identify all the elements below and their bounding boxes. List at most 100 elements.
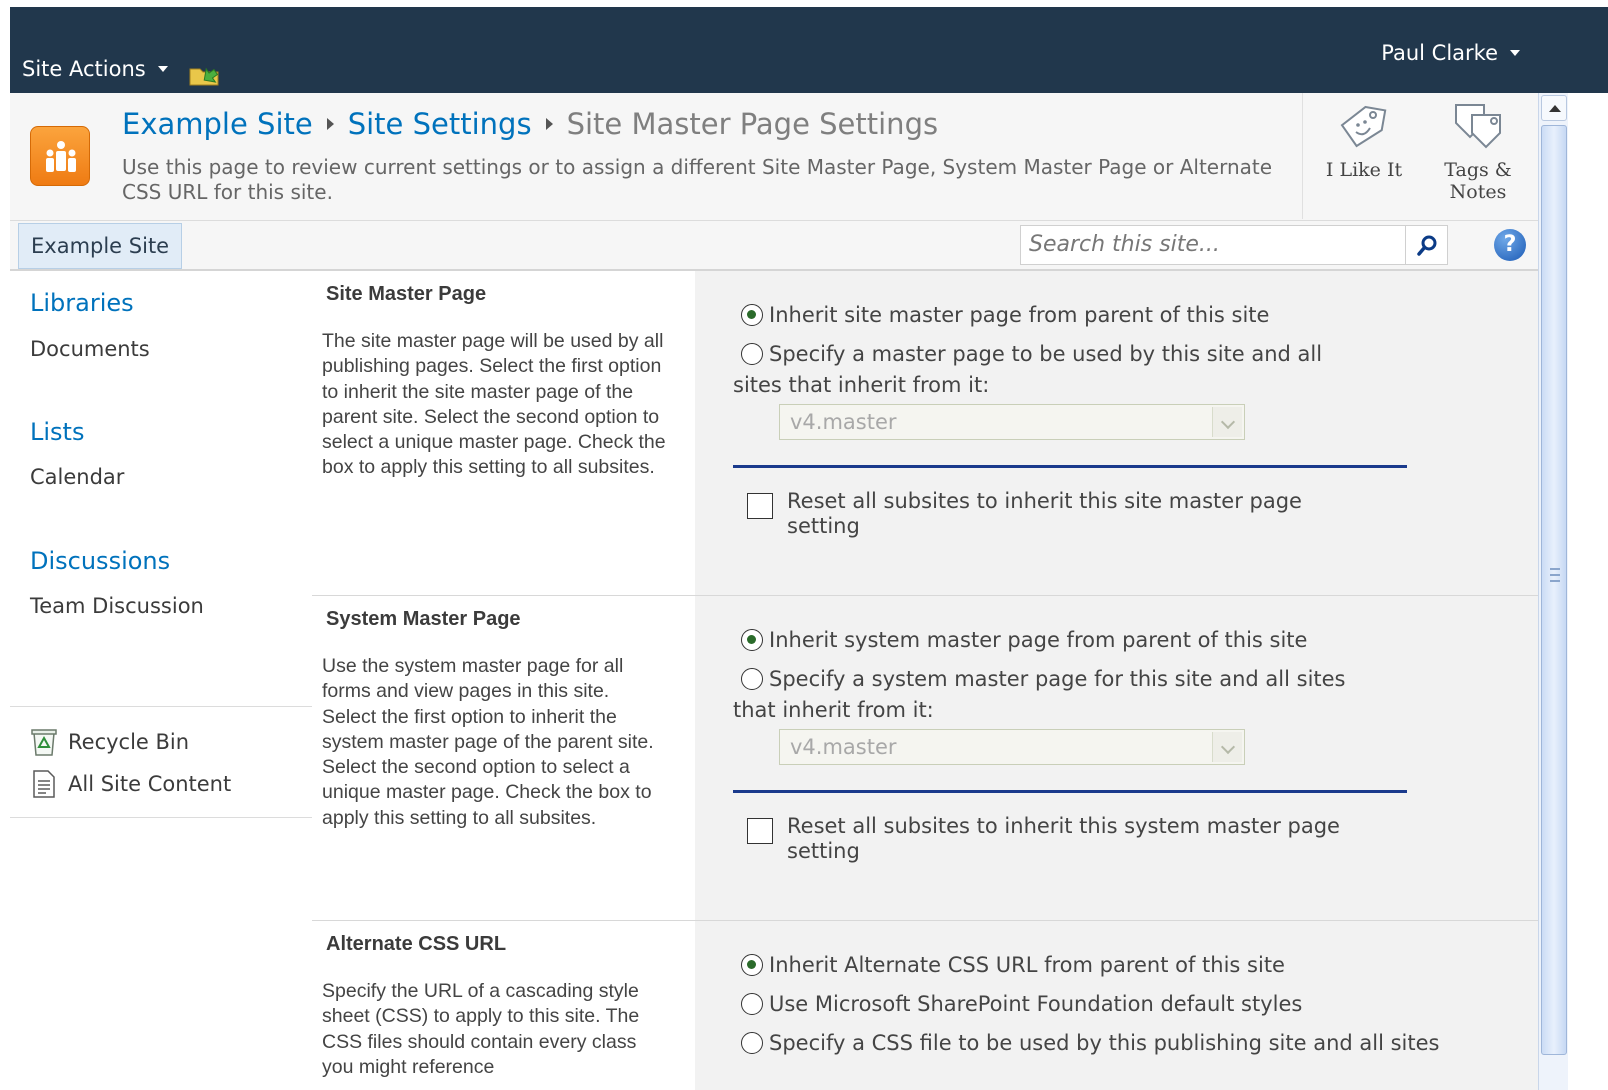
site-actions-menu[interactable]: Site Actions — [22, 57, 168, 81]
scrollbar-grip-icon — [1550, 568, 1560, 582]
site-content-icon — [33, 770, 55, 798]
breadcrumb-site-settings-link[interactable]: Site Settings — [348, 107, 532, 141]
quick-launch-libraries-heading[interactable]: Libraries — [30, 289, 134, 317]
radio-label: Inherit Alternate CSS URL from parent of… — [769, 953, 1285, 977]
recycle-bin-label: Recycle Bin — [68, 730, 190, 754]
section-description-column: System Master Page Use the system master… — [312, 596, 695, 920]
radio-label: Inherit site master page from parent of … — [769, 303, 1270, 327]
section-description-column: Site Master Page The site master page wi… — [312, 271, 695, 595]
radio-label: Specify a master page to be used by this… — [769, 342, 1323, 366]
section-title: Site Master Page — [326, 283, 487, 305]
tags-notes-label-line1: Tags & — [1444, 159, 1512, 181]
title-area: Example Site Site Settings Site Master P… — [10, 93, 1538, 221]
radio-label: Use Microsoft SharePoint Foundation defa… — [769, 992, 1303, 1016]
section-controls-column: Inherit Alternate CSS URL from parent of… — [695, 921, 1538, 1090]
search-icon — [1417, 235, 1437, 256]
top-navigation-bar: Example Site Search this site... ? — [10, 221, 1538, 271]
radio-label: Specify a system master page for this si… — [769, 667, 1346, 691]
recycle-bin-icon — [31, 729, 57, 756]
alternate-css-url-section: Alternate CSS URL Specify the URL of a c… — [312, 921, 1538, 1090]
section-description-column: Alternate CSS URL Specify the URL of a c… — [312, 921, 695, 1090]
people-icon — [46, 141, 76, 172]
chevron-down-icon[interactable] — [1212, 732, 1242, 762]
main-content: Site Master Page The site master page wi… — [312, 271, 1538, 1090]
reset-subsites-system-master-checkbox[interactable]: Reset all subsites to inherit this syste… — [747, 814, 1367, 864]
search-input[interactable]: Search this site... — [1020, 225, 1406, 265]
quick-launch-item-documents[interactable]: Documents — [30, 337, 150, 361]
site-master-page-select[interactable]: v4.master — [779, 404, 1245, 440]
radio-button[interactable] — [741, 1032, 763, 1054]
like-tag-icon — [1340, 105, 1387, 148]
tags-notes-icon — [1455, 104, 1501, 149]
quick-launch-discussions-heading[interactable]: Discussions — [30, 547, 170, 575]
quick-launch-item-calendar[interactable]: Calendar — [30, 465, 124, 489]
section-divider — [733, 790, 1407, 793]
breadcrumb-separator-icon — [326, 118, 334, 130]
section-controls-column: Inherit system master page from parent o… — [695, 596, 1538, 920]
scroll-up-arrow[interactable] — [1541, 95, 1567, 121]
selected-value: v4.master — [790, 735, 897, 759]
specify-site-master-radio[interactable]: Specify a master page to be used by this… — [741, 342, 1322, 366]
i-like-it-label: I Like It — [1325, 159, 1403, 181]
section-description: The site master page will be used by all… — [322, 330, 666, 479]
section-description: Use the system master page for all forms… — [322, 655, 654, 829]
all-site-content-link[interactable]: All Site Content — [30, 769, 231, 799]
radio-label: Inherit system master page from parent o… — [769, 628, 1308, 652]
breadcrumb-current-page: Site Master Page Settings — [566, 107, 939, 141]
selected-value: v4.master — [790, 410, 897, 434]
breadcrumb-site-link[interactable]: Example Site — [122, 107, 313, 141]
user-menu[interactable]: Paul Clarke — [1381, 41, 1520, 65]
default-styles-radio[interactable]: Use Microsoft SharePoint Foundation defa… — [741, 992, 1302, 1016]
section-description: Specify the URL of a cascading style she… — [322, 980, 640, 1078]
radio-button-checked[interactable] — [741, 954, 763, 976]
chevron-down-icon[interactable] — [1212, 407, 1242, 437]
radio-label-continuation: that inherit from it: — [733, 698, 934, 722]
quick-launch-item-team-discussion[interactable]: Team Discussion — [30, 594, 204, 618]
specify-system-master-radio[interactable]: Specify a system master page for this si… — [741, 667, 1346, 691]
chevron-down-icon — [157, 66, 168, 72]
vertical-scrollbar[interactable] — [1538, 93, 1568, 1090]
section-controls-column: Inherit site master page from parent of … — [695, 271, 1538, 595]
specify-css-file-radio[interactable]: Specify a CSS file to be used by this pu… — [741, 1031, 1439, 1055]
reset-subsites-site-master-checkbox[interactable]: Reset all subsites to inherit this site … — [747, 489, 1367, 539]
radio-label-continuation: sites that inherit from it: — [733, 373, 990, 397]
checkbox[interactable] — [747, 818, 773, 844]
section-divider — [733, 465, 1407, 468]
site-logo[interactable] — [30, 126, 90, 186]
user-name: Paul Clarke — [1381, 41, 1498, 65]
checkbox-label: Reset all subsites to inherit this syste… — [787, 814, 1340, 863]
i-like-it-button[interactable]: I Like It — [1309, 101, 1419, 181]
radio-label: Specify a CSS file to be used by this pu… — [769, 1031, 1440, 1055]
radio-button[interactable] — [741, 668, 763, 690]
quick-launch-footer: Recycle Bin All Site Content — [10, 706, 312, 818]
system-master-page-section: System Master Page Use the system master… — [312, 596, 1538, 921]
top-nav-tab-example-site[interactable]: Example Site — [18, 223, 183, 269]
breadcrumb-separator-icon — [545, 118, 553, 130]
site-master-page-section: Site Master Page The site master page wi… — [312, 271, 1538, 596]
section-title: System Master Page — [326, 608, 521, 630]
help-icon[interactable]: ? — [1494, 229, 1526, 261]
quick-launch: Libraries Documents Lists Calendar Discu… — [10, 273, 312, 1090]
section-title: Alternate CSS URL — [326, 933, 507, 955]
quick-launch-lists-heading[interactable]: Lists — [30, 418, 84, 446]
system-master-page-select[interactable]: v4.master — [779, 729, 1245, 765]
radio-button-checked[interactable] — [741, 304, 763, 326]
inherit-system-master-radio[interactable]: Inherit system master page from parent o… — [741, 628, 1307, 652]
ribbon-top-bar: Site Actions Paul Clarke — [10, 7, 1608, 93]
all-site-content-label: All Site Content — [68, 772, 232, 796]
checkbox[interactable] — [747, 493, 773, 519]
inherit-site-master-radio[interactable]: Inherit site master page from parent of … — [741, 303, 1269, 327]
social-buttons: I Like It Tags & Notes — [1302, 93, 1538, 219]
scrollbar-thumb[interactable] — [1541, 125, 1567, 1055]
checkbox-label: Reset all subsites to inherit this site … — [787, 489, 1302, 538]
radio-button-checked[interactable] — [741, 629, 763, 651]
search-button[interactable] — [1406, 225, 1448, 265]
inherit-css-url-radio[interactable]: Inherit Alternate CSS URL from parent of… — [741, 953, 1285, 977]
navigate-up-icon[interactable] — [188, 59, 220, 87]
tags-notes-label-line2: Notes — [1449, 181, 1507, 203]
recycle-bin-link[interactable]: Recycle Bin — [30, 727, 189, 757]
breadcrumb: Example Site Site Settings Site Master P… — [122, 107, 938, 141]
radio-button[interactable] — [741, 343, 763, 365]
tags-notes-button[interactable]: Tags & Notes — [1423, 101, 1533, 203]
radio-button[interactable] — [741, 993, 763, 1015]
